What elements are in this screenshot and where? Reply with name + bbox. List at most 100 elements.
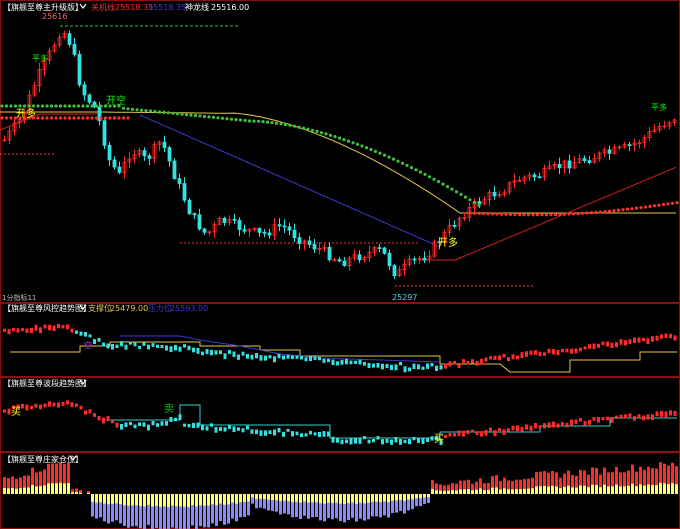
swing-bar bbox=[547, 422, 551, 428]
resistance-dot bbox=[540, 213, 544, 217]
trend-bar bbox=[363, 362, 366, 366]
resistance-dot bbox=[657, 203, 661, 207]
candle-body bbox=[257, 227, 262, 233]
swing-bar bbox=[313, 432, 317, 436]
resistance-dot bbox=[607, 209, 612, 213]
position-bar-short-inner bbox=[363, 494, 366, 504]
low-price-label: 25297 bbox=[392, 293, 417, 302]
position-bar-short-inner bbox=[235, 494, 238, 504]
swing-bar bbox=[412, 436, 416, 441]
position-bar-long-inner bbox=[539, 486, 542, 494]
resistance-dot bbox=[112, 116, 117, 120]
resistance-dot bbox=[535, 213, 540, 217]
indicator-name-3: 神龙线 bbox=[185, 2, 209, 12]
swing-bar bbox=[160, 421, 164, 426]
panel1-title: 【旗舰至尊主升级版】 bbox=[3, 2, 83, 12]
resistance-dot bbox=[576, 212, 580, 216]
trend-bar bbox=[259, 355, 263, 361]
position-bar-long-inner bbox=[527, 488, 530, 494]
swing-bar bbox=[489, 427, 492, 432]
position-bar-short-inner bbox=[95, 494, 98, 503]
trend-bar bbox=[228, 350, 231, 354]
swing-bar bbox=[169, 417, 173, 422]
position-bar-long-inner bbox=[659, 482, 662, 494]
position-bar-short-inner bbox=[135, 494, 138, 506]
swing-bar bbox=[448, 433, 452, 437]
trend-bar bbox=[637, 337, 641, 343]
resistance-dot bbox=[121, 116, 126, 120]
trend-bar bbox=[552, 349, 555, 355]
swing-bar bbox=[34, 403, 38, 408]
candle-body bbox=[392, 265, 397, 277]
position-bar-long-inner bbox=[63, 483, 66, 494]
swing-bar bbox=[628, 413, 632, 417]
position-bar-short-inner bbox=[335, 494, 338, 503]
trend-bar bbox=[655, 335, 659, 341]
swing-bar bbox=[399, 439, 402, 445]
support-dot bbox=[148, 109, 153, 113]
position-bar-long-inner bbox=[499, 489, 502, 494]
trend-bar bbox=[111, 344, 114, 350]
resistance-dot bbox=[661, 202, 666, 207]
trend-bar bbox=[624, 340, 627, 346]
support-dot bbox=[36, 104, 40, 108]
trend-bar bbox=[169, 346, 173, 352]
resistance-dot bbox=[0, 116, 4, 120]
support-dot bbox=[193, 113, 198, 118]
candle-body bbox=[387, 252, 392, 267]
position-bar-long-inner bbox=[463, 489, 466, 494]
support-dot bbox=[189, 113, 193, 117]
support-dot bbox=[198, 114, 202, 118]
support-dot bbox=[468, 198, 472, 202]
resistance-dot bbox=[666, 202, 670, 206]
support-dot bbox=[445, 185, 450, 189]
position-bar-short-inner bbox=[219, 494, 222, 504]
support-dot bbox=[472, 201, 477, 205]
trend-bar bbox=[673, 335, 677, 341]
support-dot bbox=[342, 138, 346, 142]
resistance-dot bbox=[625, 207, 630, 211]
support-dot bbox=[94, 104, 99, 108]
candle-body bbox=[147, 155, 152, 159]
position-bar-long-inner bbox=[503, 488, 506, 494]
resistance-dot bbox=[616, 208, 621, 212]
resistance-dot bbox=[54, 116, 58, 120]
position-bar-long-inner bbox=[655, 485, 658, 494]
position-bar-short-inner bbox=[163, 494, 166, 507]
swing-bar bbox=[673, 410, 677, 416]
swing-bar bbox=[61, 402, 65, 406]
support-dot bbox=[261, 120, 265, 124]
position-bar-short-inner bbox=[259, 494, 262, 499]
swing-bar bbox=[30, 406, 33, 410]
swing-bar bbox=[349, 438, 353, 445]
trend-bar bbox=[48, 324, 51, 331]
support-dot bbox=[414, 168, 418, 172]
candle-body bbox=[567, 160, 572, 169]
position-bar-short-inner bbox=[99, 494, 102, 503]
trend-bar bbox=[489, 356, 492, 360]
swing-bar bbox=[75, 403, 78, 407]
position-bar-long-inner bbox=[511, 489, 514, 494]
swing-bar bbox=[273, 429, 276, 436]
resistance-dot bbox=[589, 211, 594, 215]
support-dot bbox=[454, 190, 459, 194]
support-dot bbox=[139, 108, 144, 112]
position-bar-long-inner bbox=[71, 492, 74, 494]
candle-body bbox=[492, 191, 497, 197]
position-bar-short-inner bbox=[91, 494, 94, 502]
swing-bar bbox=[534, 423, 537, 429]
support-dot bbox=[126, 107, 130, 111]
swing-bar bbox=[223, 427, 227, 432]
trend-bar bbox=[633, 337, 636, 344]
position-bar-short-inner bbox=[123, 494, 126, 506]
position-bar-short-inner bbox=[275, 494, 278, 501]
support-dot bbox=[265, 120, 270, 124]
swing-bar bbox=[651, 414, 654, 421]
candle-body bbox=[412, 258, 417, 261]
position-bar-long-inner bbox=[547, 486, 550, 494]
swing-bar bbox=[70, 402, 74, 408]
trend-bar bbox=[246, 354, 249, 359]
candle-body bbox=[537, 176, 542, 179]
support-dot bbox=[31, 104, 36, 108]
trend-bar bbox=[390, 364, 393, 370]
